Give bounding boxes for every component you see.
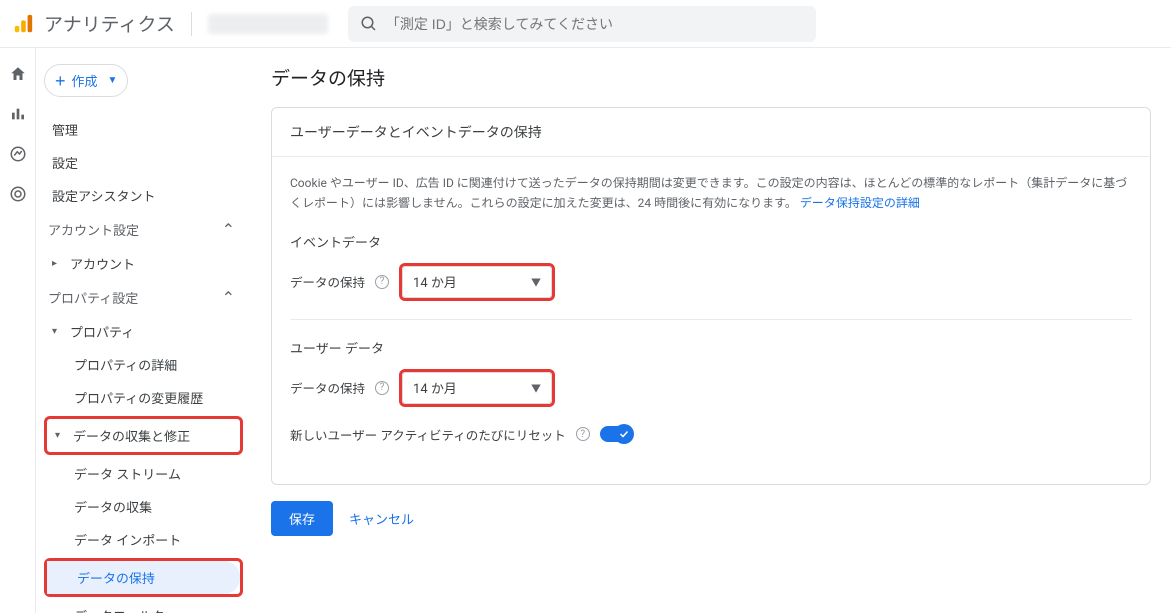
caret-down-icon: ▾ (55, 430, 67, 441)
chevron-down-icon: ▼ (108, 75, 118, 86)
event-retention-select[interactable]: 14 か月 ▼ (402, 266, 552, 298)
cancel-button[interactable]: キャンセル (349, 509, 414, 528)
reset-toggle-label: 新しいユーザー アクティビティのたびにリセット (290, 425, 566, 444)
help-icon[interactable]: ? (375, 275, 389, 289)
select-value: 14 か月 (413, 272, 457, 291)
app-title: アナリティクス (44, 10, 175, 37)
nav-data-import[interactable]: データ インポート (44, 523, 243, 556)
chevron-down-icon: ▼ (531, 380, 541, 395)
caret-right-icon: ▸ (52, 258, 64, 269)
left-rail (0, 48, 36, 613)
section-divider (290, 319, 1132, 320)
reset-toggle[interactable] (600, 426, 632, 442)
nav-property-details[interactable]: プロパティの詳細 (44, 348, 243, 381)
breadcrumb-redacted (208, 14, 328, 34)
search-input[interactable] (386, 16, 804, 32)
page-title: データの保持 (271, 64, 1151, 91)
learn-more-link[interactable]: データ保持設定の詳細 (800, 196, 920, 210)
nav-property-change-history[interactable]: プロパティの変更履歴 (44, 381, 243, 414)
highlight-data-retention: データの保持 (44, 558, 243, 597)
chevron-up-icon: ⌃ (222, 220, 235, 239)
create-button[interactable]: + 作成 ▼ (44, 64, 128, 97)
event-retention-label: データの保持 (290, 272, 365, 291)
help-icon[interactable]: ? (375, 381, 389, 395)
nav-data-collection-group[interactable]: ▾データの収集と修正 (47, 419, 240, 452)
explore-icon[interactable] (8, 144, 28, 164)
app-header: アナリティクス (0, 0, 1171, 48)
search-icon (360, 15, 378, 33)
event-data-section-label: イベントデータ (290, 232, 1132, 251)
nav-data-streams[interactable]: データ ストリーム (44, 457, 243, 490)
nav-data-filter[interactable]: データフィルタ (44, 599, 243, 613)
toggle-knob (614, 424, 634, 444)
header-divider (191, 12, 192, 36)
highlight-data-collection: ▾データの収集と修正 (44, 416, 243, 455)
advertising-icon[interactable] (8, 184, 28, 204)
analytics-logo-icon (12, 13, 34, 35)
highlight-event-select: 14 か月 ▼ (399, 263, 555, 301)
search-box[interactable] (348, 6, 816, 42)
nav-data-collection[interactable]: データの収集 (44, 490, 243, 523)
user-data-section-label: ユーザー データ (290, 338, 1132, 357)
nav-setup-assistant[interactable]: 設定アシスタント (44, 179, 243, 212)
user-retention-select[interactable]: 14 か月 ▼ (402, 372, 552, 404)
retention-card: ユーザーデータとイベントデータの保持 Cookie やユーザー ID、広告 ID… (271, 107, 1151, 485)
home-icon[interactable] (8, 64, 28, 84)
card-header: ユーザーデータとイベントデータの保持 (272, 108, 1150, 157)
nav-account[interactable]: ▸アカウント (44, 247, 243, 280)
main-content: データの保持 ユーザーデータとイベントデータの保持 Cookie やユーザー I… (251, 48, 1171, 613)
plus-icon: + (55, 72, 66, 90)
nav-data-retention[interactable]: データの保持 (47, 561, 240, 594)
user-retention-label: データの保持 (290, 378, 365, 397)
caret-down-icon: ▾ (52, 326, 64, 337)
settings-sidebar: + 作成 ▼ 管理 設定 設定アシスタント アカウント設定 ⌃ ▸アカウント プ… (36, 48, 251, 613)
reports-icon[interactable] (8, 104, 28, 124)
section-property-settings[interactable]: プロパティ設定 ⌃ (44, 280, 243, 315)
chevron-down-icon: ▼ (531, 274, 541, 289)
nav-settings[interactable]: 設定 (44, 146, 243, 179)
create-label: 作成 (72, 71, 98, 90)
highlight-user-select: 14 か月 ▼ (399, 369, 555, 407)
card-description: Cookie やユーザー ID、広告 ID に関連付けて送ったデータの保持期間は… (290, 173, 1132, 214)
save-button[interactable]: 保存 (271, 501, 333, 536)
help-icon[interactable]: ? (576, 427, 590, 441)
chevron-up-icon: ⌃ (222, 288, 235, 307)
nav-property[interactable]: ▾プロパティ (44, 315, 243, 348)
section-account-settings[interactable]: アカウント設定 ⌃ (44, 212, 243, 247)
form-actions: 保存 キャンセル (271, 501, 1151, 536)
select-value: 14 か月 (413, 378, 457, 397)
nav-admin[interactable]: 管理 (44, 113, 243, 146)
